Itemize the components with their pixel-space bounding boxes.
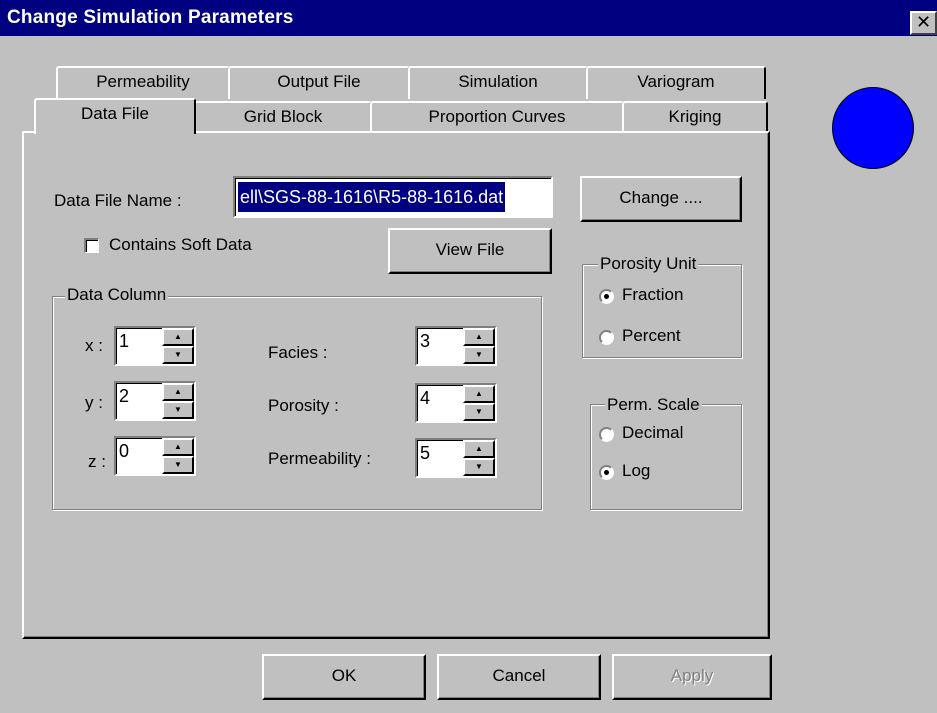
facies-stepper[interactable]: 3 ▲ ▼ [415,326,497,366]
arrow-up-icon[interactable]: ▲ [162,328,194,346]
arrow-up-icon[interactable]: ▲ [162,438,194,456]
tab-grid-block[interactable]: Grid Block [194,101,372,134]
arrow-down-icon[interactable]: ▼ [463,458,495,476]
porosity-label: Porosity : [268,396,339,415]
tab-label: Permeability [96,72,190,91]
arrow-up-icon[interactable]: ▲ [463,328,495,346]
change-button[interactable]: Change .... [580,176,742,222]
soft-data-checkbox[interactable] [84,238,99,253]
tab-simulation[interactable]: Simulation [408,66,588,99]
facies-value[interactable]: 3 [415,326,463,366]
log-label: Log [622,461,651,480]
z-stepper-arrows: ▲ ▼ [162,436,196,476]
radio-log[interactable] [599,465,614,480]
data-column-title: Data Column [65,285,169,305]
permeability-stepper-arrows: ▲ ▼ [463,438,497,478]
permeability-value[interactable]: 5 [415,438,463,478]
porosity-stepper[interactable]: 4 ▲ ▼ [415,383,497,423]
tab-label: Grid Block [243,107,323,126]
radio-percent[interactable] [599,330,614,345]
porosity-value[interactable]: 4 [415,383,463,423]
fraction-label: Fraction [622,285,684,304]
tab-proportion-curves[interactable]: Proportion Curves [370,101,624,134]
title-bar: Change Simulation Parameters ✕ [0,0,937,36]
tab-permeability[interactable]: Permeability [56,66,230,99]
arrow-up-icon[interactable]: ▲ [162,383,194,401]
ok-button-label: OK [331,666,357,685]
x-value[interactable]: 1 [114,326,162,366]
decimal-label: Decimal [622,423,684,442]
y-label: y : [85,393,103,412]
apply-button[interactable]: Apply [612,654,772,700]
view-file-button[interactable]: View File [388,228,552,274]
data-file-name-label: Data File Name : [54,191,182,210]
x-stepper-arrows: ▲ ▼ [162,326,196,366]
view-file-button-label: View File [435,240,505,259]
tab-label: Simulation [458,72,538,91]
y-stepper-arrows: ▲ ▼ [162,381,196,421]
close-icon: ✕ [915,12,932,32]
radio-decimal[interactable] [599,427,614,442]
porosity-unit-title: Porosity Unit [598,254,699,274]
close-button[interactable]: ✕ [910,11,937,35]
facies-stepper-arrows: ▲ ▼ [463,326,497,366]
arrow-down-icon[interactable]: ▼ [162,456,194,474]
arrow-up-icon[interactable]: ▲ [463,385,495,403]
permeability-stepper[interactable]: 5 ▲ ▼ [415,438,497,478]
percent-label: Percent [622,326,681,345]
y-value[interactable]: 2 [114,381,162,421]
tab-label: Data File [80,104,150,123]
tab-label: Kriging [668,107,722,126]
x-stepper[interactable]: 1 ▲ ▼ [114,326,196,366]
tab-label: Variogram [637,72,715,91]
arrow-down-icon[interactable]: ▼ [463,346,495,364]
arrow-up-icon[interactable]: ▲ [463,440,495,458]
cancel-button-label: Cancel [492,666,546,685]
change-button-label: Change .... [619,188,703,207]
perm-scale-title: Perm. Scale [605,395,702,415]
tab-label: Output File [277,72,361,91]
perm-scale-group [590,404,742,510]
tab-data-file[interactable]: Data File [34,98,196,134]
z-label: z : [88,452,106,471]
window-title: Change Simulation Parameters [7,7,294,28]
z-stepper[interactable]: 0 ▲ ▼ [114,436,196,476]
arrow-down-icon[interactable]: ▼ [463,403,495,421]
z-value[interactable]: 0 [114,436,162,476]
status-indicator-circle [832,87,914,169]
permeability-label: Permeability : [268,449,371,468]
data-file-name-value: ell\SGS-88-1616\R5-88-1616.dat [238,182,506,212]
data-file-name-field[interactable]: ell\SGS-88-1616\R5-88-1616.dat [233,176,553,218]
arrow-down-icon[interactable]: ▼ [162,401,194,419]
porosity-stepper-arrows: ▲ ▼ [463,383,497,423]
radio-fraction[interactable] [599,289,614,304]
arrow-down-icon[interactable]: ▼ [162,346,194,364]
facies-label: Facies : [268,343,328,362]
y-stepper[interactable]: 2 ▲ ▼ [114,381,196,421]
x-label: x : [85,336,103,355]
soft-data-label: Contains Soft Data [109,235,252,254]
apply-button-label: Apply [670,666,714,685]
tab-kriging[interactable]: Kriging [622,101,768,134]
cancel-button[interactable]: Cancel [437,654,601,700]
ok-button[interactable]: OK [262,654,426,700]
tab-output-file[interactable]: Output File [228,66,410,99]
tab-label: Proportion Curves [428,107,566,126]
tab-variogram[interactable]: Variogram [586,66,766,99]
